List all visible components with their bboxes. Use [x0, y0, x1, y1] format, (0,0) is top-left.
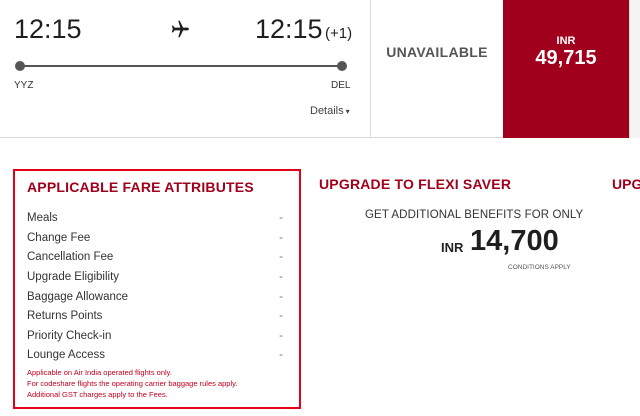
attribute-row-change-fee: Change Fee -: [27, 232, 283, 244]
route-line: [20, 65, 342, 67]
upgrade-price[interactable]: 14,700: [470, 225, 559, 258]
attribute-label: Meals: [27, 212, 58, 224]
conditions-apply-link[interactable]: CONDITIONS APPLY: [508, 264, 571, 271]
attribute-row-cancellation-fee: Cancellation Fee -: [27, 251, 283, 263]
origin-dot: [15, 61, 25, 71]
attribute-value: -: [279, 330, 283, 342]
attribute-row-lounge-access: Lounge Access -: [27, 349, 283, 361]
fare-unavailable: UNAVAILABLE: [371, 0, 503, 138]
airplane-icon: [171, 20, 189, 38]
fare-note: Applicable on Air India operated flights…: [27, 368, 172, 377]
attribute-value: -: [279, 310, 283, 322]
price-currency: INR: [556, 35, 576, 47]
attribute-value: -: [279, 271, 283, 283]
chevron-down-icon: ▾: [345, 107, 350, 116]
attribute-value: -: [279, 232, 283, 244]
attribute-label: Lounge Access: [27, 349, 106, 361]
upgrade-title-next: UPG: [612, 176, 640, 192]
fare-attributes-panel: APPLICABLE FARE ATTRIBUTES Meals - Chang…: [13, 169, 301, 409]
price-amount: 49,715: [535, 47, 597, 69]
attribute-label: Change Fee: [27, 232, 91, 244]
upgrade-title: UPGRADE TO FLEXI SAVER: [319, 176, 512, 192]
attribute-row-baggage-allowance: Baggage Allowance -: [27, 291, 283, 303]
flight-card: 12:15 12:15 (+1) YYZ DEL Details ▾ UNAVAI…: [0, 0, 640, 138]
fare-note: Additional GST charges apply to the Fees…: [27, 390, 168, 399]
next-fare-column: [629, 0, 640, 138]
attribute-label: Cancellation Fee: [27, 251, 114, 263]
day-offset: (+1): [325, 25, 353, 42]
upgrade-benefit-text: GET ADDITIONAL BENEFITS FOR ONLY: [365, 209, 584, 221]
unavailable-label: UNAVAILABLE: [386, 44, 488, 60]
details-label: Details: [310, 105, 344, 117]
attribute-label: Returns Points: [27, 310, 103, 322]
upgrade-currency: INR: [441, 240, 464, 255]
attribute-row-upgrade-eligibility: Upgrade Eligibility -: [27, 271, 283, 283]
attribute-value: -: [279, 291, 283, 303]
attribute-row-meals: Meals -: [27, 212, 283, 224]
destination-code: DEL: [331, 80, 351, 91]
origin-code: YYZ: [14, 80, 34, 91]
departure-time: 12:15: [14, 14, 82, 44]
fare-attributes-title: APPLICABLE FARE ATTRIBUTES: [27, 179, 254, 195]
attribute-value: -: [279, 251, 283, 263]
details-link[interactable]: Details ▾: [310, 105, 350, 117]
attribute-label: Upgrade Eligibility: [27, 271, 120, 283]
attribute-value: -: [279, 349, 283, 361]
destination-dot: [337, 61, 347, 71]
fare-note: For codeshare flights the operating carr…: [27, 379, 238, 388]
fare-price-button[interactable]: INR 49,715: [503, 0, 629, 138]
attribute-value: -: [279, 212, 283, 224]
arrival-time: 12:15: [255, 14, 323, 44]
attribute-label: Priority Check-in: [27, 330, 112, 342]
fare-notes: Applicable on Air India operated flights…: [27, 367, 237, 400]
attribute-label: Baggage Allowance: [27, 291, 129, 303]
attribute-row-priority-check-in: Priority Check-in -: [27, 330, 283, 342]
attribute-row-returns-points: Returns Points -: [27, 310, 283, 322]
